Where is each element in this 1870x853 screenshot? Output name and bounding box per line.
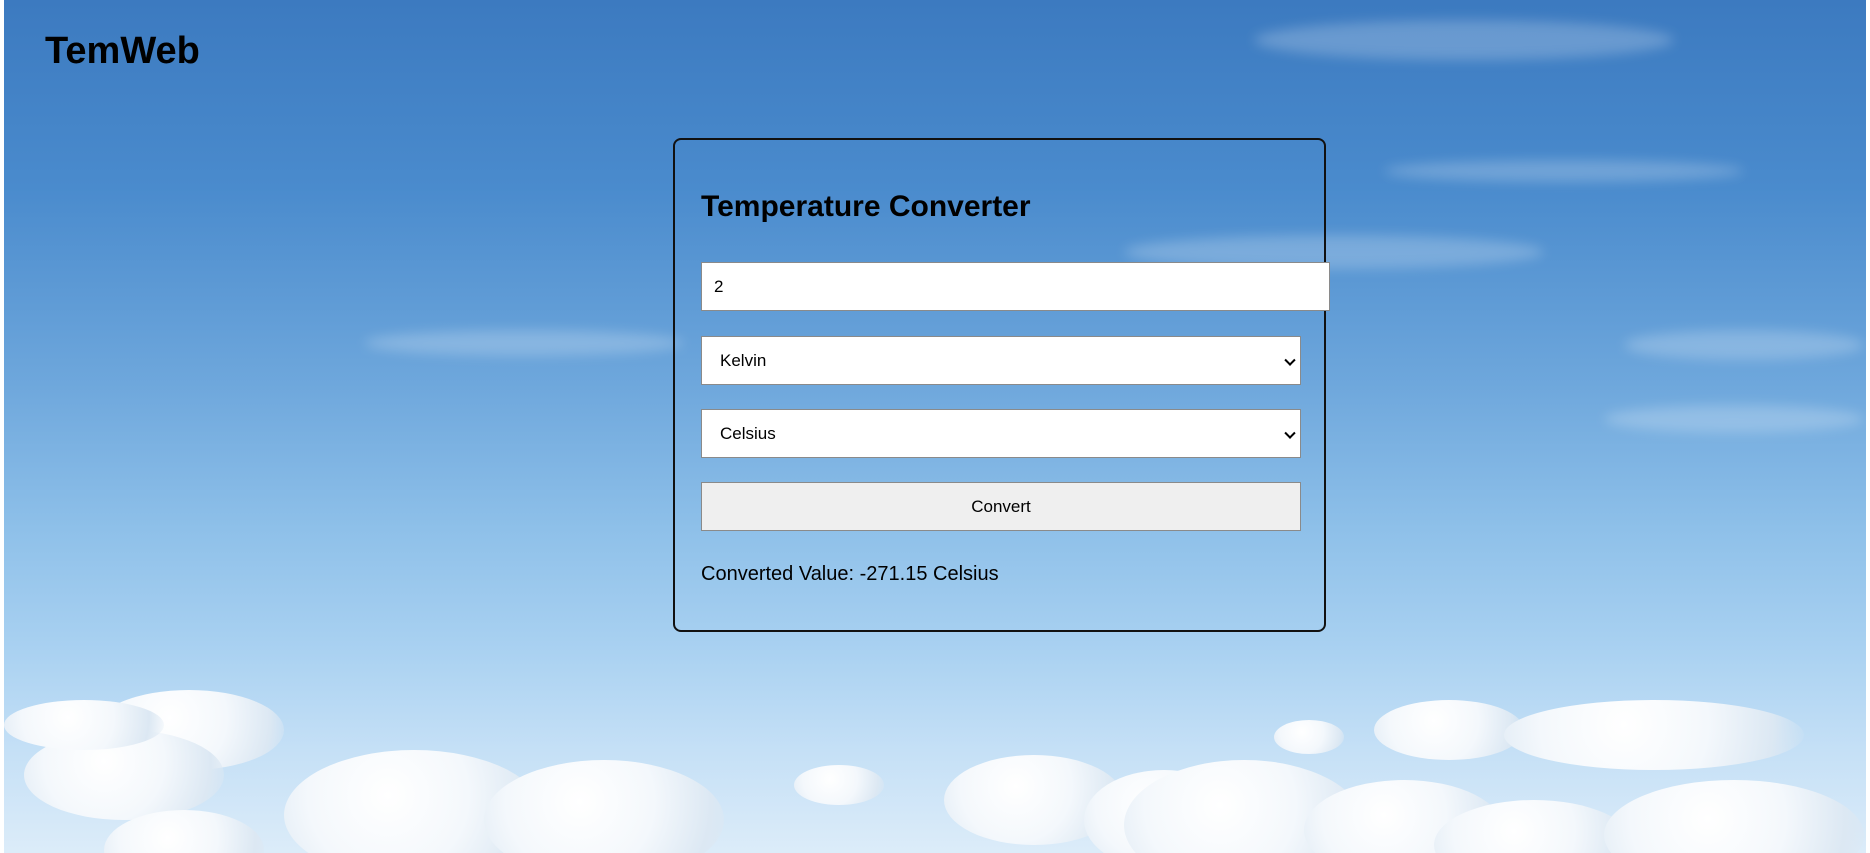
converter-card: Temperature Converter Kelvin Celsius Con… (673, 138, 1330, 632)
cloud (1374, 700, 1524, 760)
cloud-wisp (1624, 330, 1864, 360)
from-unit-value: Kelvin (720, 350, 767, 370)
temperature-input[interactable] (701, 262, 1330, 311)
chevron-down-icon (1284, 354, 1296, 366)
cloud-wisp (364, 330, 684, 356)
cloud (1274, 720, 1344, 754)
cloud-wisp (1604, 405, 1864, 433)
cloud (484, 760, 724, 853)
to-unit-value: Celsius (720, 423, 776, 443)
cloud (4, 700, 164, 750)
converted-value-text: Converted Value: -271.15 Celsius (701, 563, 999, 585)
site-logo: TemWeb (45, 30, 200, 72)
cloud-wisp (1384, 160, 1744, 182)
convert-button[interactable]: Convert (701, 482, 1301, 531)
to-unit-select[interactable]: Celsius (701, 409, 1301, 458)
chevron-down-icon (1284, 427, 1296, 439)
from-unit-select[interactable]: Kelvin (701, 336, 1301, 385)
cloud (794, 765, 884, 805)
cloud (1504, 700, 1804, 770)
cloud-wisp (1254, 20, 1674, 60)
card-title: Temperature Converter (701, 190, 1031, 223)
cloud (1604, 780, 1864, 853)
